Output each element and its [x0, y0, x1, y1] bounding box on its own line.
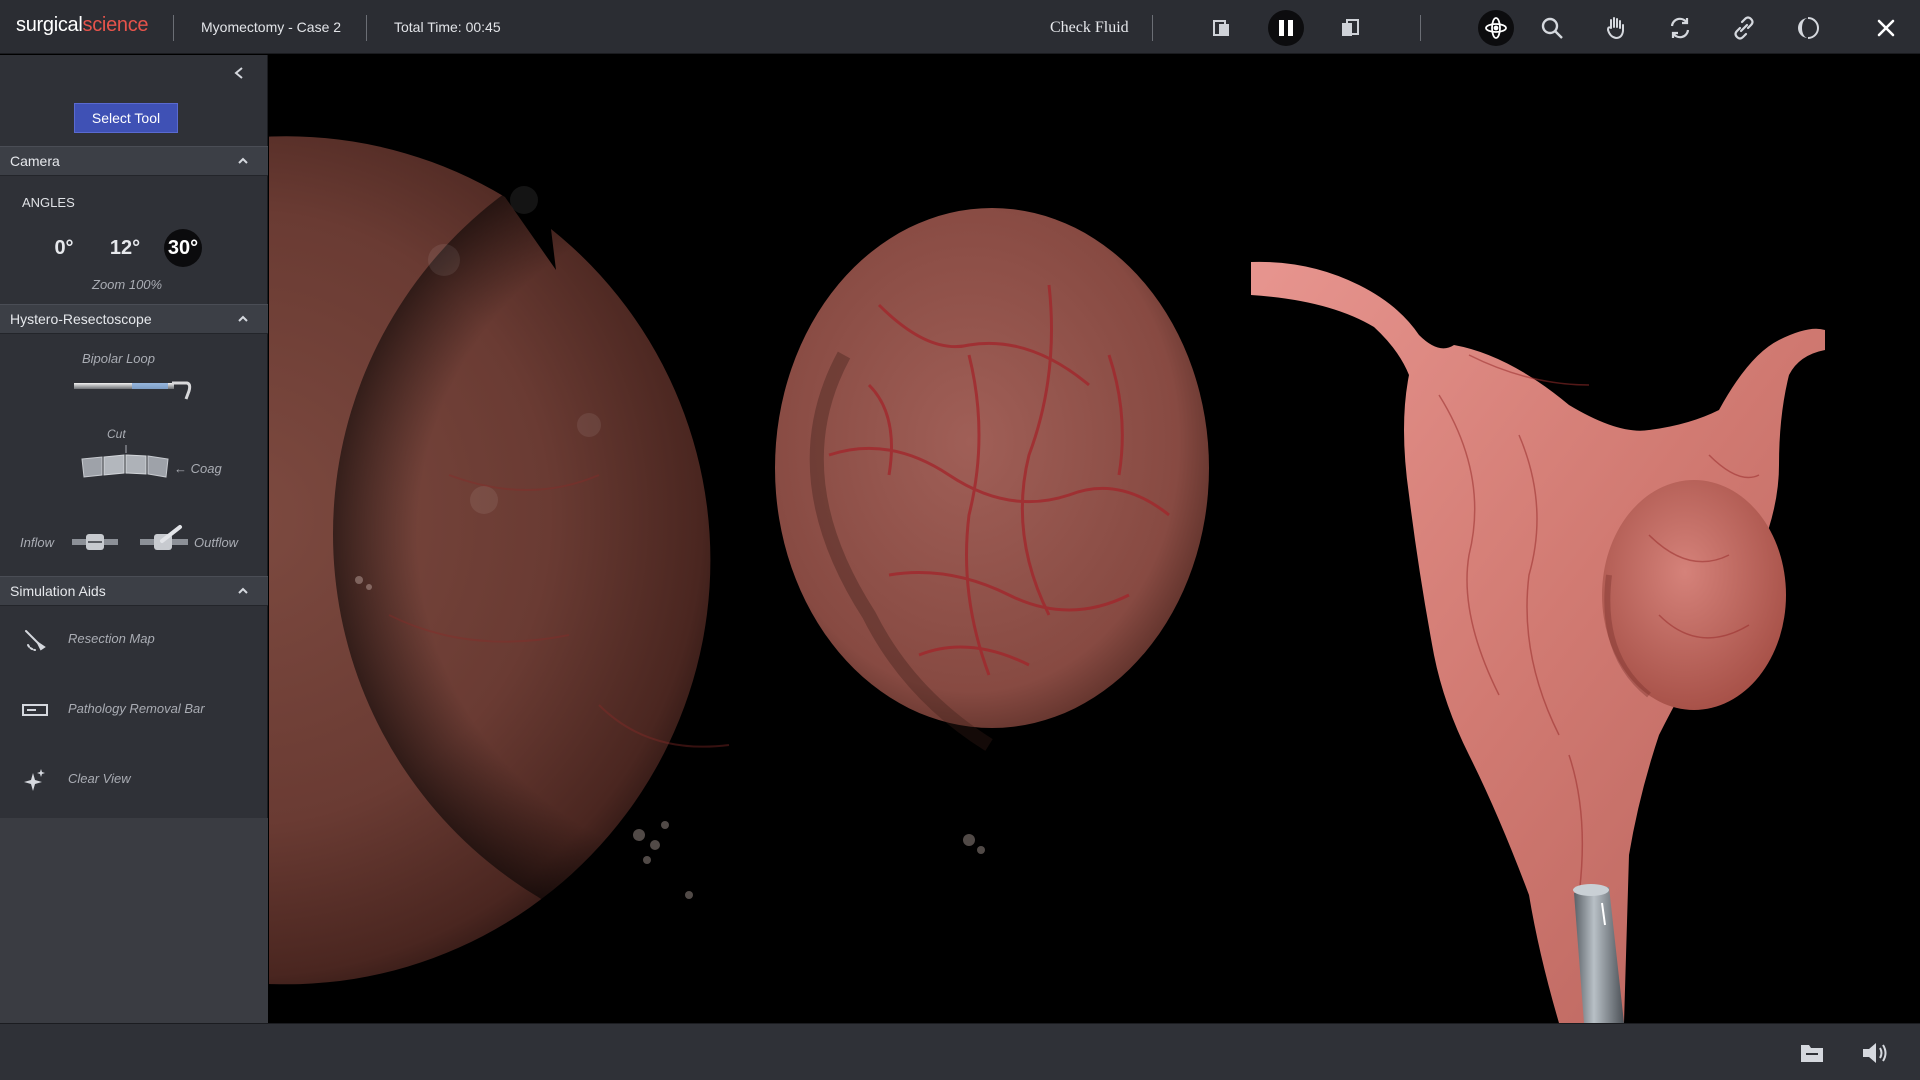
- sidebar: Select Tool Camera ANGLES 0° 12° 30° Zoo…: [0, 55, 268, 1023]
- coag-label: ← Coag: [174, 461, 222, 476]
- angles-label: ANGLES: [22, 195, 75, 210]
- pathology-removal-bar-item[interactable]: Pathology Removal Bar: [0, 681, 268, 737]
- pause-icon[interactable]: [1268, 10, 1304, 46]
- brand-logo: surgicalscience: [16, 14, 149, 37]
- hystero-section-header[interactable]: Hystero-Resectoscope: [0, 304, 268, 334]
- total-time: Total Time: 00:45: [394, 19, 501, 35]
- pedal-icon[interactable]: [80, 443, 172, 483]
- resection-map-label: Resection Map: [68, 631, 155, 646]
- panel-left-icon[interactable]: [1204, 10, 1240, 46]
- progress-bar-icon: [22, 704, 48, 716]
- divider: [366, 15, 367, 41]
- pathology-removal-bar-label: Pathology Removal Bar: [68, 701, 205, 716]
- camera-section-title: Camera: [10, 153, 60, 169]
- contrast-icon[interactable]: [1790, 10, 1826, 46]
- bottom-bar: [0, 1023, 1920, 1080]
- cut-label: Cut: [107, 427, 126, 441]
- divider: [173, 15, 174, 41]
- scene-render: [269, 110, 1825, 1023]
- simulation-viewport[interactable]: [269, 55, 1920, 1023]
- simulation-aids-header[interactable]: Simulation Aids: [0, 576, 268, 606]
- clear-view-item[interactable]: Clear View: [0, 751, 268, 807]
- collapse-sidebar-icon[interactable]: [229, 63, 249, 83]
- zoom-level: Zoom 100%: [92, 277, 163, 292]
- endoscope-view: [269, 110, 1209, 985]
- chevron-up-icon: [238, 587, 248, 594]
- inflow-label: Inflow: [20, 535, 54, 550]
- divider: [1152, 15, 1153, 41]
- brand-text-surgical: surgical: [16, 14, 83, 36]
- chevron-up-icon: [238, 157, 248, 164]
- outflow-valve-icon[interactable]: [138, 523, 190, 553]
- close-icon[interactable]: [1868, 10, 1904, 46]
- clear-view-label: Clear View: [68, 771, 131, 786]
- check-fluid-button[interactable]: Check Fluid: [1050, 19, 1129, 37]
- hand-icon[interactable]: [1598, 10, 1634, 46]
- refresh-icon[interactable]: [1662, 10, 1698, 46]
- angle-30-button[interactable]: 30°: [164, 229, 202, 267]
- volume-icon[interactable]: [1860, 1038, 1890, 1068]
- rotate-view-icon[interactable]: [1478, 10, 1514, 46]
- chevron-up-icon: [238, 315, 248, 322]
- divider: [1420, 15, 1421, 41]
- panel-right-icon[interactable]: [1332, 10, 1368, 46]
- inflow-valve-icon[interactable]: [70, 531, 120, 553]
- folder-icon[interactable]: [1797, 1038, 1827, 1068]
- top-bar: surgicalscience Myomectomy - Case 2 Tota…: [0, 0, 1920, 54]
- select-tool-button[interactable]: Select Tool: [74, 103, 178, 133]
- uterus-3d-model: [1251, 261, 1825, 1023]
- sparkle-icon: [24, 769, 45, 791]
- sidebar-empty-area: [0, 818, 268, 1023]
- angle-12-button[interactable]: 12°: [106, 229, 144, 267]
- camera-section-header[interactable]: Camera: [0, 146, 268, 176]
- brand-text-science: science: [82, 14, 149, 36]
- resection-map-item[interactable]: Resection Map: [0, 611, 268, 667]
- tool-name: Bipolar Loop: [82, 351, 155, 366]
- angle-0-button[interactable]: 0°: [45, 229, 83, 267]
- bipolar-loop-icon[interactable]: [72, 375, 196, 405]
- zoom-icon[interactable]: [1534, 10, 1570, 46]
- link-icon[interactable]: [1726, 10, 1762, 46]
- case-title: Myomectomy - Case 2: [201, 19, 342, 35]
- simulation-aids-title: Simulation Aids: [10, 583, 106, 599]
- scalpel-icon: [25, 630, 46, 651]
- hystero-section-title: Hystero-Resectoscope: [10, 311, 152, 327]
- coag-text: Coag: [190, 461, 222, 476]
- outflow-label: Outflow: [194, 535, 239, 550]
